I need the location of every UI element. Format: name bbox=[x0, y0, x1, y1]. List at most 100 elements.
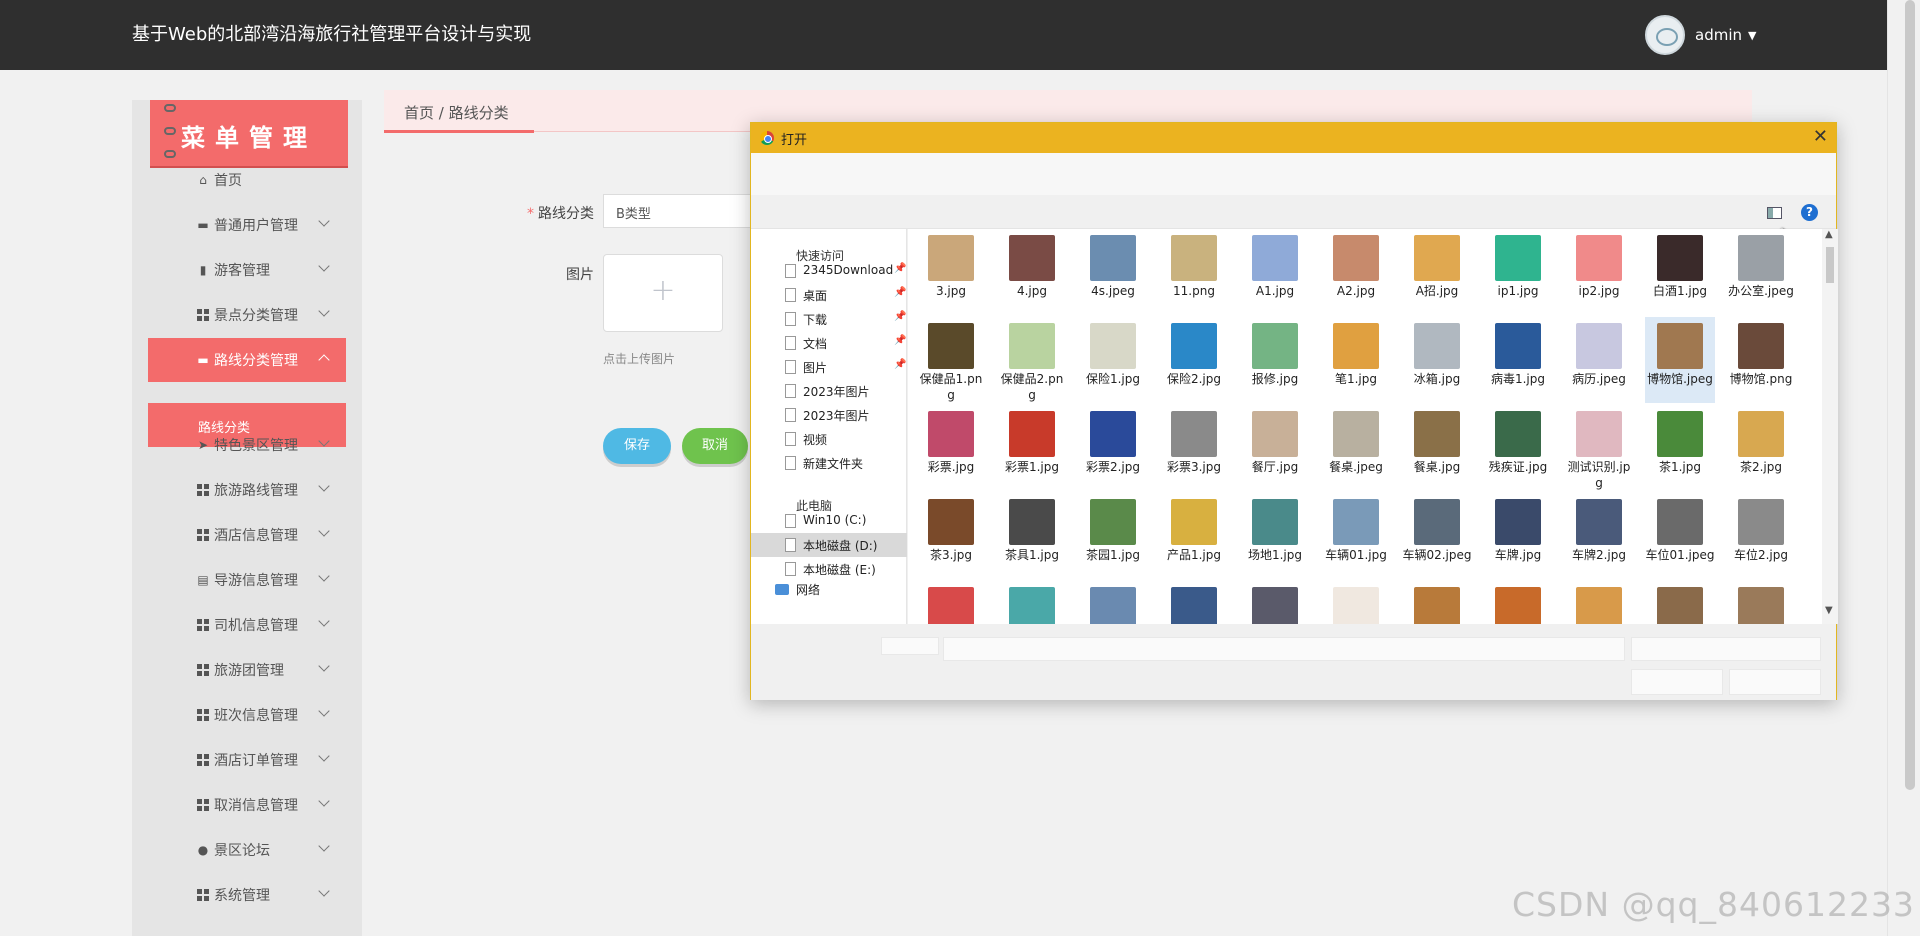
dialog-cancel-button[interactable] bbox=[1729, 669, 1821, 695]
file-item[interactable] bbox=[1159, 581, 1229, 624]
file-item[interactable]: 4.jpg bbox=[997, 229, 1067, 315]
nav-item-network[interactable]: 网络 bbox=[751, 577, 907, 601]
sidebar-item[interactable]: 司机信息管理 bbox=[148, 603, 346, 647]
pin-icon[interactable]: 📌 bbox=[894, 359, 906, 370]
file-item[interactable]: 餐桌.jpeg bbox=[1321, 405, 1391, 491]
scroll-up-icon[interactable]: ▲ bbox=[1825, 229, 1833, 240]
file-item[interactable]: A招.jpg bbox=[1402, 229, 1472, 315]
file-item[interactable]: 报修.jpg bbox=[1240, 317, 1310, 403]
cancel-button[interactable]: 取消 bbox=[682, 428, 748, 464]
sidebar-item[interactable]: ➤ 特色景区管理 bbox=[148, 423, 346, 467]
sidebar-item[interactable]: 取消信息管理 bbox=[148, 783, 346, 827]
file-item[interactable]: 餐桌.jpg bbox=[1402, 405, 1472, 491]
file-item[interactable]: 办公室.jpeg bbox=[1726, 229, 1796, 315]
sidebar-item[interactable]: ▬ 普通用户管理 bbox=[148, 203, 346, 247]
pin-icon[interactable]: 📌 bbox=[894, 263, 906, 274]
file-item[interactable]: 彩票.jpg bbox=[916, 405, 986, 491]
nav-item-quick-access[interactable]: 桌面 📌 bbox=[751, 283, 907, 307]
file-item[interactable]: 产品1.jpg bbox=[1159, 493, 1229, 579]
sidebar-item[interactable]: 旅游团管理 bbox=[148, 648, 346, 692]
save-button[interactable]: 保存 bbox=[603, 428, 671, 464]
preview-pane-icon[interactable] bbox=[1767, 207, 1782, 219]
file-item[interactable]: 4s.jpeg bbox=[1078, 229, 1148, 315]
sidebar-item[interactable]: 班次信息管理 bbox=[148, 693, 346, 737]
file-item[interactable] bbox=[1645, 581, 1715, 624]
nav-item-quick-access[interactable]: 图片 📌 bbox=[751, 355, 907, 379]
file-item[interactable]: 残疾证.jpg bbox=[1483, 405, 1553, 491]
file-grid-scrollbar[interactable] bbox=[1822, 229, 1838, 624]
breadcrumb[interactable]: 首页 / 路线分类 bbox=[404, 102, 509, 123]
file-item[interactable]: 白酒1.jpg bbox=[1645, 229, 1715, 315]
file-item[interactable]: 车辆02.jpeg bbox=[1402, 493, 1472, 579]
file-item[interactable]: ip1.jpg bbox=[1483, 229, 1553, 315]
file-item[interactable]: 保健品1.png bbox=[916, 317, 986, 403]
sidebar-item[interactable]: ▬ 路线分类管理 bbox=[148, 338, 346, 382]
nav-item-quick-access[interactable]: 新建文件夹 bbox=[751, 451, 907, 475]
page-scrollbar-thumb[interactable] bbox=[1905, 0, 1915, 790]
sidebar-item[interactable]: ▮ 游客管理 bbox=[148, 248, 346, 292]
file-item[interactable] bbox=[1321, 581, 1391, 624]
file-item[interactable]: 车位2.jpg bbox=[1726, 493, 1796, 579]
file-type-select[interactable] bbox=[1631, 637, 1821, 661]
nav-item-quick-access[interactable]: 2023年图片 bbox=[751, 379, 907, 403]
file-item[interactable]: 餐厅.jpg bbox=[1240, 405, 1310, 491]
scroll-down-icon[interactable]: ▼ bbox=[1825, 605, 1833, 616]
image-upload-box[interactable]: + bbox=[603, 254, 723, 332]
file-item[interactable]: 茶2.jpg bbox=[1726, 405, 1796, 491]
user-menu[interactable]: admin ▼ bbox=[1645, 15, 1756, 55]
file-item[interactable] bbox=[1402, 581, 1472, 624]
page-scrollbar[interactable] bbox=[1887, 0, 1920, 936]
sidebar-item[interactable]: ⌂ 首页 bbox=[148, 158, 346, 202]
file-item[interactable] bbox=[997, 581, 1067, 624]
nav-item-quick-access[interactable]: 2345Download 📌 bbox=[751, 259, 907, 283]
file-item[interactable]: 茶1.jpg bbox=[1645, 405, 1715, 491]
file-item[interactable] bbox=[1078, 581, 1148, 624]
file-item[interactable]: 11.png bbox=[1159, 229, 1229, 315]
nav-item-drive[interactable]: 本地磁盘 (D:) bbox=[751, 533, 907, 557]
nav-item-quick-access[interactable]: 文档 📌 bbox=[751, 331, 907, 355]
file-item[interactable]: 茶园1.jpg bbox=[1078, 493, 1148, 579]
file-item[interactable] bbox=[1726, 581, 1796, 624]
file-item[interactable] bbox=[916, 581, 986, 624]
file-item[interactable]: 车位01.jpeg bbox=[1645, 493, 1715, 579]
file-item[interactable]: 保险2.jpg bbox=[1159, 317, 1229, 403]
close-icon[interactable]: ✕ bbox=[1813, 126, 1828, 147]
username[interactable]: admin bbox=[1695, 26, 1742, 44]
dialog-title-bar[interactable]: 打开 ✕ bbox=[751, 123, 1836, 153]
avatar[interactable] bbox=[1645, 15, 1685, 55]
sidebar-item[interactable]: 旅游路线管理 bbox=[148, 468, 346, 512]
file-item[interactable]: 博物馆.jpeg bbox=[1645, 317, 1715, 403]
file-item[interactable] bbox=[1240, 581, 1310, 624]
nav-item-drive[interactable]: Win10 (C:) bbox=[751, 509, 907, 533]
file-item[interactable]: 保险1.jpg bbox=[1078, 317, 1148, 403]
file-item[interactable]: 彩票2.jpg bbox=[1078, 405, 1148, 491]
file-item[interactable]: 场地1.jpg bbox=[1240, 493, 1310, 579]
sidebar-item[interactable]: 系统管理 bbox=[148, 873, 346, 917]
nav-item-quick-access[interactable]: 2023年图片 bbox=[751, 403, 907, 427]
file-item[interactable]: 车辆01.jpg bbox=[1321, 493, 1391, 579]
file-item[interactable]: 彩票1.jpg bbox=[997, 405, 1067, 491]
sidebar-item[interactable]: 酒店信息管理 bbox=[148, 513, 346, 557]
file-item[interactable]: 病历.jpeg bbox=[1564, 317, 1634, 403]
file-item[interactable]: 车牌2.jpg bbox=[1564, 493, 1634, 579]
file-item[interactable]: 博物馆.png bbox=[1726, 317, 1796, 403]
open-button[interactable] bbox=[1631, 669, 1723, 695]
file-item[interactable]: 病毒1.jpg bbox=[1483, 317, 1553, 403]
nav-item-quick-access[interactable]: 下载 📌 bbox=[751, 307, 907, 331]
sidebar-item[interactable]: ● 景区论坛 bbox=[148, 828, 346, 872]
file-item[interactable]: 测试识别.jpg bbox=[1564, 405, 1634, 491]
file-item[interactable]: 彩票3.jpg bbox=[1159, 405, 1229, 491]
sidebar-item[interactable]: ▤ 导游信息管理 bbox=[148, 558, 346, 602]
pin-icon[interactable]: 📌 bbox=[894, 287, 906, 298]
file-item[interactable]: 车牌.jpg bbox=[1483, 493, 1553, 579]
file-item[interactable]: ip2.jpg bbox=[1564, 229, 1634, 315]
nav-item-quick-access[interactable]: 视频 bbox=[751, 427, 907, 451]
file-grid-scrollbar-thumb[interactable] bbox=[1826, 247, 1834, 283]
file-item[interactable]: 茶具1.jpg bbox=[997, 493, 1067, 579]
pin-icon[interactable]: 📌 bbox=[894, 335, 906, 346]
file-item[interactable]: A2.jpg bbox=[1321, 229, 1391, 315]
filename-input[interactable] bbox=[943, 637, 1625, 661]
file-item[interactable]: 3.jpg bbox=[916, 229, 986, 315]
file-item[interactable] bbox=[1483, 581, 1553, 624]
file-item[interactable]: A1.jpg bbox=[1240, 229, 1310, 315]
